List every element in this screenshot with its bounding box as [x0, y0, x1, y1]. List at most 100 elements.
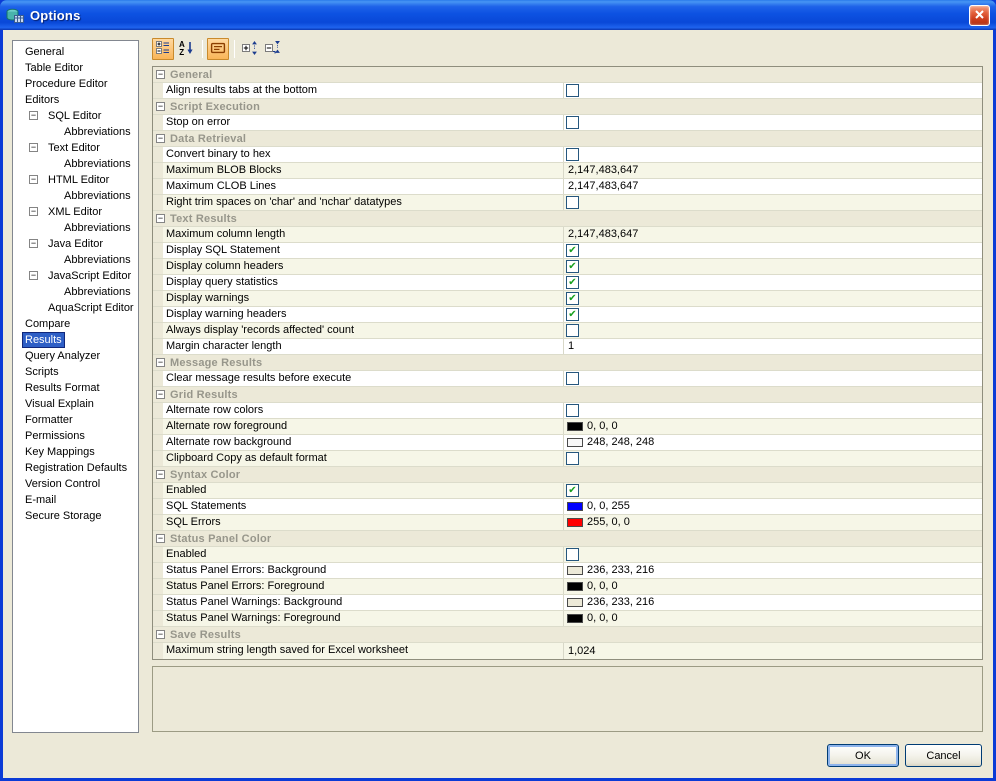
property-value[interactable]: [563, 451, 982, 466]
color-swatch[interactable]: [567, 422, 583, 431]
sidebar-item-key-mappings[interactable]: Key Mappings: [13, 444, 138, 460]
property-value[interactable]: ✔: [563, 243, 982, 258]
tree-collapse-icon[interactable]: −: [29, 175, 38, 184]
section-header-syntax-color[interactable]: − Syntax Color: [153, 467, 982, 483]
sidebar-item-abbreviations[interactable]: Abbreviations: [13, 156, 138, 172]
ok-button[interactable]: OK: [827, 744, 899, 767]
checkbox-checked[interactable]: ✔: [566, 244, 579, 257]
sidebar-item-permissions[interactable]: Permissions: [13, 428, 138, 444]
checkbox-unchecked[interactable]: [566, 452, 579, 465]
property-row-status-panel-errors-foreground[interactable]: Status Panel Errors: Foreground 0, 0, 0: [153, 579, 982, 595]
sidebar-item-abbreviations[interactable]: Abbreviations: [13, 124, 138, 140]
color-swatch[interactable]: [567, 614, 583, 623]
property-value[interactable]: [563, 371, 982, 386]
property-row-display-column-headers[interactable]: Display column headers ✔: [153, 259, 982, 275]
property-value[interactable]: 0, 0, 255: [563, 499, 982, 514]
section-collapse-icon[interactable]: −: [156, 358, 165, 367]
tree-collapse-icon[interactable]: −: [29, 143, 38, 152]
property-value[interactable]: 2,147,483,647: [563, 227, 982, 242]
sidebar-item-aquascript-editor[interactable]: AquaScript Editor: [13, 300, 138, 316]
value-text[interactable]: 2,147,483,647: [564, 227, 638, 242]
property-value[interactable]: [563, 147, 982, 162]
section-collapse-icon[interactable]: −: [156, 630, 165, 639]
section-header-grid-results[interactable]: − Grid Results: [153, 387, 982, 403]
sidebar-item-java-editor[interactable]: − Java Editor: [13, 236, 138, 252]
property-row-status-panel-errors-background[interactable]: Status Panel Errors: Background 236, 233,…: [153, 563, 982, 579]
property-value[interactable]: [563, 403, 982, 418]
property-row-status-panel-warnings-foreground[interactable]: Status Panel Warnings: Foreground 0, 0, 0: [153, 611, 982, 627]
section-header-status-panel-color[interactable]: − Status Panel Color: [153, 531, 982, 547]
sidebar-item-xml-editor[interactable]: − XML Editor: [13, 204, 138, 220]
section-header-data-retrieval[interactable]: − Data Retrieval: [153, 131, 982, 147]
sidebar-item-results[interactable]: Results: [13, 332, 138, 348]
section-collapse-icon[interactable]: −: [156, 214, 165, 223]
tree-collapse-icon[interactable]: −: [29, 239, 38, 248]
section-collapse-icon[interactable]: −: [156, 102, 165, 111]
checkbox-unchecked[interactable]: [566, 372, 579, 385]
property-row-right-trim-spaces-on-char-and-nchar-datatypes[interactable]: Right trim spaces on 'char' and 'nchar' …: [153, 195, 982, 211]
sidebar-item-results-format[interactable]: Results Format: [13, 380, 138, 396]
value-text[interactable]: 1,024: [564, 644, 596, 659]
property-value[interactable]: ✔: [563, 275, 982, 290]
show-description-button[interactable]: [207, 38, 229, 60]
sidebar-item-registration-defaults[interactable]: Registration Defaults: [13, 460, 138, 476]
property-row-stop-on-error[interactable]: Stop on error: [153, 115, 982, 131]
sidebar-item-html-editor[interactable]: − HTML Editor: [13, 172, 138, 188]
property-row-status-panel-warnings-background[interactable]: Status Panel Warnings: Background 236, 23…: [153, 595, 982, 611]
property-row-maximum-blob-blocks[interactable]: Maximum BLOB Blocks 2,147,483,647: [153, 163, 982, 179]
property-value[interactable]: ✔: [563, 291, 982, 306]
sidebar-item-abbreviations[interactable]: Abbreviations: [13, 220, 138, 236]
value-text[interactable]: 1: [564, 339, 574, 354]
color-swatch[interactable]: [567, 566, 583, 575]
property-value[interactable]: 255, 0, 0: [563, 515, 982, 530]
checkbox-checked[interactable]: ✔: [566, 276, 579, 289]
color-swatch[interactable]: [567, 438, 583, 447]
property-value[interactable]: [563, 83, 982, 98]
property-row-sql-errors[interactable]: SQL Errors 255, 0, 0: [153, 515, 982, 531]
sidebar-item-abbreviations[interactable]: Abbreviations: [13, 252, 138, 268]
property-value[interactable]: [563, 115, 982, 130]
sidebar-item-table-editor[interactable]: Table Editor: [13, 60, 138, 76]
collapse-all-button[interactable]: [262, 38, 284, 60]
sidebar-item-visual-explain[interactable]: Visual Explain: [13, 396, 138, 412]
sidebar-item-general[interactable]: General: [13, 44, 138, 60]
property-value[interactable]: 248, 248, 248: [563, 435, 982, 450]
property-value[interactable]: 1: [563, 339, 982, 354]
sidebar-item-abbreviations[interactable]: Abbreviations: [13, 188, 138, 204]
property-row-display-sql-statement[interactable]: Display SQL Statement ✔: [153, 243, 982, 259]
checkbox-unchecked[interactable]: [566, 548, 579, 561]
alphabetical-sort-button[interactable]: AZ: [175, 38, 197, 60]
sidebar-item-editors[interactable]: Editors: [13, 92, 138, 108]
sidebar-item-sql-editor[interactable]: − SQL Editor: [13, 108, 138, 124]
close-button[interactable]: [969, 4, 990, 26]
sidebar-item-formatter[interactable]: Formatter: [13, 412, 138, 428]
property-value[interactable]: 2,147,483,647: [563, 163, 982, 178]
property-row-display-warnings[interactable]: Display warnings ✔: [153, 291, 982, 307]
checkbox-unchecked[interactable]: [566, 148, 579, 161]
property-row-alternate-row-background[interactable]: Alternate row background 248, 248, 248: [153, 435, 982, 451]
sidebar-item-e-mail[interactable]: E-mail: [13, 492, 138, 508]
sidebar-item-compare[interactable]: Compare: [13, 316, 138, 332]
section-header-message-results[interactable]: − Message Results: [153, 355, 982, 371]
sidebar-item-scripts[interactable]: Scripts: [13, 364, 138, 380]
sidebar-item-javascript-editor[interactable]: − JavaScript Editor: [13, 268, 138, 284]
property-value[interactable]: ✔: [563, 307, 982, 322]
sidebar-item-secure-storage[interactable]: Secure Storage: [13, 508, 138, 524]
tree-collapse-icon[interactable]: −: [29, 271, 38, 280]
value-text[interactable]: 2,147,483,647: [564, 179, 638, 194]
property-value[interactable]: [563, 195, 982, 210]
property-value[interactable]: [563, 323, 982, 338]
property-row-maximum-clob-lines[interactable]: Maximum CLOB Lines 2,147,483,647: [153, 179, 982, 195]
property-row-enabled[interactable]: Enabled: [153, 547, 982, 563]
color-swatch[interactable]: [567, 518, 583, 527]
checkbox-checked[interactable]: ✔: [566, 260, 579, 273]
property-value[interactable]: 2,147,483,647: [563, 179, 982, 194]
section-collapse-icon[interactable]: −: [156, 470, 165, 479]
property-row-convert-binary-to-hex[interactable]: Convert binary to hex: [153, 147, 982, 163]
color-swatch[interactable]: [567, 582, 583, 591]
property-value[interactable]: ✔: [563, 483, 982, 498]
checkbox-checked[interactable]: ✔: [566, 484, 579, 497]
color-swatch[interactable]: [567, 502, 583, 511]
property-value[interactable]: 0, 0, 0: [563, 579, 982, 594]
tree-collapse-icon[interactable]: −: [29, 207, 38, 216]
